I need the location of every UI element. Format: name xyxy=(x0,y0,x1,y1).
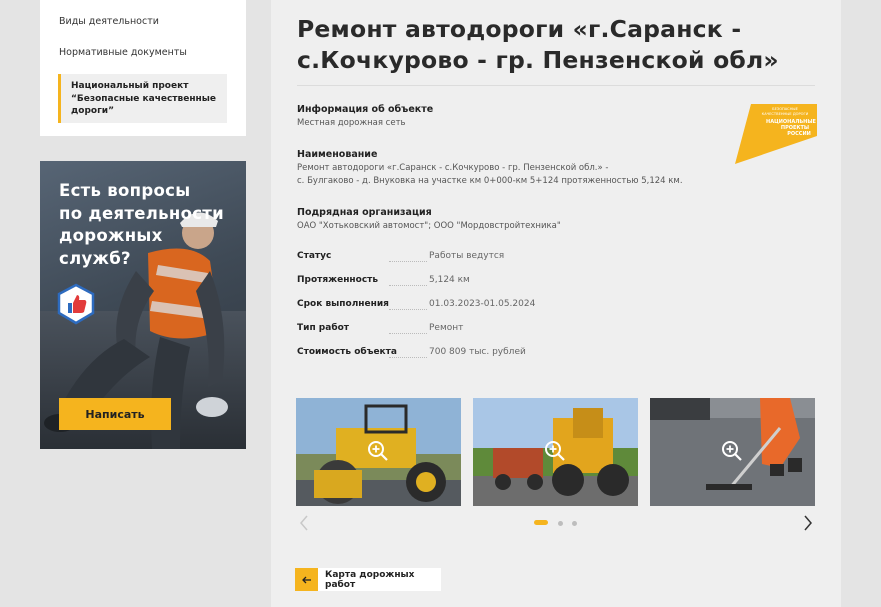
detail-row-length: Протяженность 5,124 км xyxy=(297,275,597,289)
detail-key: Протяженность xyxy=(297,275,379,285)
arrow-left-icon xyxy=(295,568,318,591)
zoom-in-icon xyxy=(722,441,742,461)
title-divider xyxy=(297,85,815,86)
write-button[interactable]: Написать xyxy=(59,398,171,430)
promo-banner: Есть вопросы по деятельности дорожных сл… xyxy=(40,161,246,449)
detail-key: Срок выполнения xyxy=(297,299,389,309)
leader-dots xyxy=(389,333,427,334)
pagination-dot[interactable] xyxy=(558,521,563,526)
logo-line-1: БЕЗОПАСНЫЕ xyxy=(772,107,798,111)
detail-value: 5,124 км xyxy=(429,275,470,285)
contractor-label: Подрядная организация xyxy=(297,207,432,218)
gallery-photo-asphalt[interactable] xyxy=(650,398,815,506)
sidebar-item-national-project[interactable]: Национальный проект “Безопасные качестве… xyxy=(58,74,227,123)
sidebar-item-normative-docs[interactable]: Нормативные документы xyxy=(59,47,187,58)
object-detail-panel: Ремонт автодороги «г.Саранск - с.Кочкуро… xyxy=(271,0,841,607)
detail-value: Работы ведутся xyxy=(429,251,505,261)
detail-row-term: Срок выполнения 01.03.2023-01.05.2024 xyxy=(297,299,597,313)
page-title: Ремонт автодороги «г.Саранск - с.Кочкуро… xyxy=(297,15,779,74)
sidebar-item-activities[interactable]: Виды деятельности xyxy=(59,16,159,27)
leader-dots xyxy=(389,309,427,310)
detail-value: 01.03.2023-01.05.2024 xyxy=(429,299,536,309)
detail-row-cost: Стоимость объекта 700 809 тыс. рублей xyxy=(297,347,597,361)
pagination-dot[interactable] xyxy=(572,521,577,526)
thumbs-up-badge-icon xyxy=(57,283,95,325)
leader-dots xyxy=(389,285,427,286)
detail-key: Стоимость объекта xyxy=(297,347,397,357)
name-value-line-1: Ремонт автодороги «г.Саранск - с.Кочкуро… xyxy=(297,163,609,173)
info-value: Местная дорожная сеть xyxy=(297,118,406,128)
logo-line-2: КАЧЕСТВЕННЫЕ ДОРОГИ xyxy=(762,112,809,116)
logo-line-5: РОССИИ xyxy=(787,131,811,137)
national-projects-logo: БЕЗОПАСНЫЕ КАЧЕСТВЕННЫЕ ДОРОГИ НАЦИОНАЛЬ… xyxy=(735,104,817,164)
detail-value: Ремонт xyxy=(429,323,464,333)
detail-key: Статус xyxy=(297,251,332,261)
detail-value: 700 809 тыс. рублей xyxy=(429,347,526,357)
name-value-line-2: с. Булгаково - д. Внуковка на участке км… xyxy=(297,176,683,186)
gallery-photo-loader[interactable] xyxy=(473,398,638,506)
chevron-right-icon[interactable] xyxy=(803,514,813,532)
zoom-in-icon xyxy=(545,441,565,461)
info-label: Информация об объекте xyxy=(297,104,434,115)
detail-row-status: Статус Работы ведутся xyxy=(297,251,597,265)
name-label: Наименование xyxy=(297,149,378,160)
promo-title: Есть вопросы по деятельности дорожных сл… xyxy=(59,181,225,268)
detail-row-work-type: Тип работ Ремонт xyxy=(297,323,597,337)
contractor-value: ОАО "Хотьковский автомост"; ООО "Мордовс… xyxy=(297,221,561,231)
zoom-in-icon xyxy=(368,441,388,461)
road-works-map-link[interactable]: Карта дорожных работ xyxy=(295,568,441,591)
sidebar-menu: Виды деятельности Нормативные документы … xyxy=(40,0,246,136)
chevron-left-icon[interactable] xyxy=(299,514,309,532)
road-works-map-label: Карта дорожных работ xyxy=(318,568,441,591)
pagination-dot-active[interactable] xyxy=(534,520,548,525)
detail-key: Тип работ xyxy=(297,323,349,333)
gallery-photo-roller[interactable] xyxy=(296,398,461,506)
leader-dots xyxy=(389,261,427,262)
leader-dots xyxy=(389,357,427,358)
